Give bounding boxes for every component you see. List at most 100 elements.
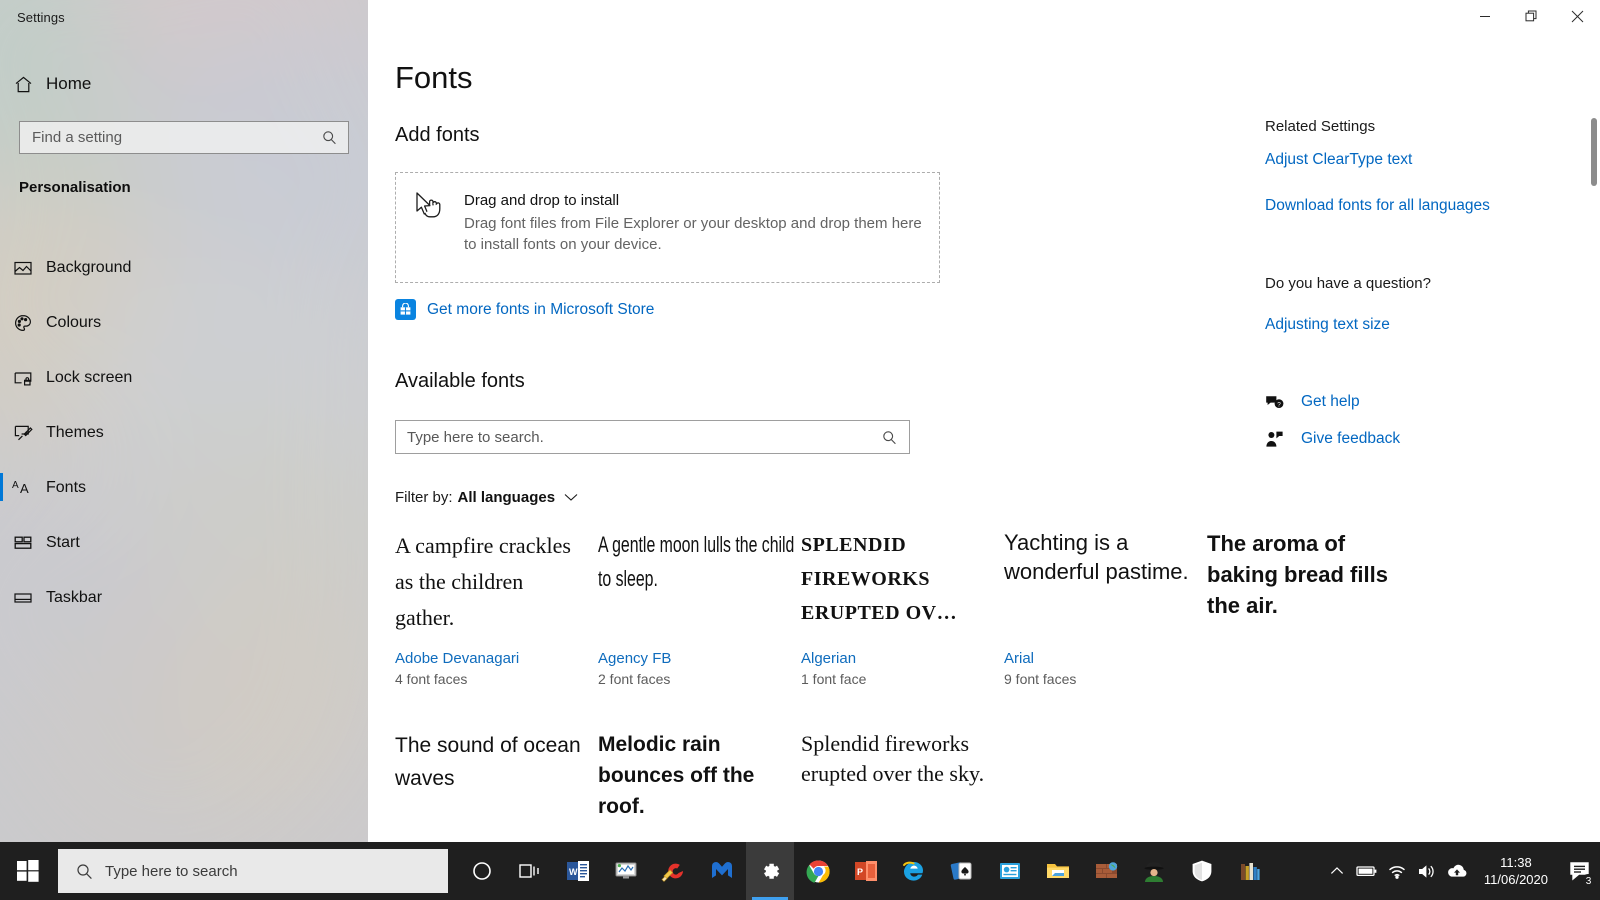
font-card[interactable]: SPLENDID FIREWORKS ERUPTED OV… Algerian … [801,528,1004,687]
file-explorer-icon[interactable] [1034,842,1082,900]
font-preview: Yachting is a wonderful pastime. [1004,530,1189,584]
restore-button[interactable] [1508,0,1554,32]
font-card[interactable]: Yachting is a wonderful pastime. Arial 9… [1004,528,1207,687]
related-settings-heading: Related Settings [1265,118,1376,135]
minecraft-icon[interactable] [1082,842,1130,900]
help-chat-icon: ? [1265,393,1301,411]
svg-text:A: A [12,480,19,491]
home-icon [0,74,46,95]
taskbar-search-box[interactable]: Type here to search [58,849,448,893]
sidebar-nav-list: Background Colours Lock screen Themes A … [0,240,368,625]
sidebar-item-lock-screen[interactable]: Lock screen [0,350,368,405]
font-face-count: 1 font face [801,671,867,687]
adjusting-text-size-link[interactable]: Adjusting text size [1265,316,1390,334]
get-help-row[interactable]: ? Get help [1265,393,1360,411]
sidebar-item-fonts[interactable]: A A Fonts [0,460,368,515]
brush-icon [0,423,46,443]
sidebar-group-title: Personalisation [19,179,131,196]
font-card[interactable]: The sound of ocean waves [395,729,598,841]
svg-text:A: A [20,481,29,496]
font-card[interactable]: A gentle moon lulls the child to sleep. … [598,528,801,687]
taskbar-clock[interactable]: 11:38 11/06/2020 [1472,854,1560,888]
font-card[interactable]: Splendid fireworks erupted over the sky. [801,729,1004,841]
give-feedback-label: Give feedback [1301,430,1401,447]
volume-icon[interactable] [1412,842,1442,900]
close-button[interactable] [1554,0,1600,32]
feedback-person-icon [1265,430,1301,448]
chevron-down-icon [564,493,578,502]
clock-date: 11/06/2020 [1483,872,1548,887]
font-face-count: 9 font faces [1004,671,1077,687]
taskbar-search-placeholder: Type here to search [105,862,238,880]
font-preview-wrap: A gentle moon lulls the child to sleep. [598,528,801,640]
font-preview: A campfire crackles as the children gath… [395,533,571,630]
sidebar-item-start[interactable]: Start [0,515,368,570]
powerpoint-icon[interactable]: P [842,842,890,900]
malwarebytes-icon[interactable] [698,842,746,900]
start-button[interactable] [0,842,56,900]
action-center-button[interactable]: 3 [1560,842,1600,900]
sidebar-item-taskbar[interactable]: Taskbar [0,570,368,625]
sidebar-item-colours[interactable]: Colours [0,295,368,350]
dropzone-subtitle: Drag font files from File Explorer or yo… [464,215,922,253]
font-name[interactable]: Algerian [801,650,1004,667]
filter-by-value: All languages [457,489,556,506]
ccleaner-icon[interactable] [650,842,698,900]
chrome-icon[interactable] [794,842,842,900]
question-heading: Do you have a question? [1265,275,1431,292]
font-card[interactable]: Melodic rain bounces off the roof. [598,729,801,841]
windows-defender-icon[interactable] [1178,842,1226,900]
onedrive-icon[interactable] [1442,842,1472,900]
give-feedback-row[interactable]: Give feedback [1265,430,1400,448]
navigation-sidebar: Settings Home Find a setting Personalisa… [0,0,368,842]
search-icon [882,430,909,445]
filter-by-label: Filter by: [395,489,453,506]
picture-icon [0,258,46,278]
search-icon [58,863,105,880]
books-library-icon[interactable] [1226,842,1274,900]
filter-by-dropdown[interactable]: Filter by: All languages [395,489,578,506]
font-card[interactable]: The aroma of baking bread fills the air. [1207,528,1410,687]
minimize-button[interactable] [1462,0,1508,32]
microsoft-store-icon [395,299,416,320]
find-a-setting-input[interactable]: Find a setting [19,121,349,154]
solitaire-icon[interactable] [938,842,986,900]
scrollbar-thumb[interactable] [1591,118,1597,186]
app-title: Settings [17,10,65,25]
font-search-placeholder: Type here to search. [407,428,544,446]
font-search-input[interactable]: Type here to search. [395,420,910,454]
font-preview: SPLENDID FIREWORKS ERUPTED OV… [801,534,958,624]
publisher-icon[interactable] [986,842,1034,900]
font-name[interactable]: Arial [1004,650,1207,667]
font-preview: The aroma of baking bread fills the air. [1207,531,1388,618]
battery-icon[interactable] [1352,842,1382,900]
font-name[interactable]: Adobe Devanagari [395,650,598,667]
get-more-fonts-link[interactable]: Get more fonts in Microsoft Store [395,299,654,320]
internet-explorer-icon[interactable] [890,842,938,900]
font-card[interactable]: A campfire crackles as the children gath… [395,528,598,687]
sidebar-item-background[interactable]: Background [0,240,368,295]
task-view-icon[interactable] [506,842,554,900]
available-fonts-heading: Available fonts [395,370,525,392]
adjust-cleartype-link[interactable]: Adjust ClearType text [1265,151,1412,169]
notification-badge: 3 [1581,874,1596,889]
font-name[interactable]: Agency FB [598,650,801,667]
taskbar-pinned-apps: W P [458,842,1274,900]
sidebar-item-themes[interactable]: Themes [0,405,368,460]
monitor-chart-icon[interactable] [602,842,650,900]
spy-agent-icon[interactable] [1130,842,1178,900]
wifi-icon[interactable] [1382,842,1412,900]
add-fonts-heading: Add fonts [395,124,480,146]
word-icon[interactable]: W [554,842,602,900]
font-dropzone[interactable]: Drag and drop to install Drag font files… [395,172,940,283]
cortana-icon[interactable] [458,842,506,900]
drag-cursor-icon [396,173,464,225]
page-title: Fonts [395,60,473,95]
show-hidden-icons-icon[interactable] [1322,842,1352,900]
settings-icon[interactable] [746,842,794,900]
svg-text:?: ? [1277,401,1281,408]
content-scrollbar[interactable] [1588,0,1600,842]
download-fonts-link[interactable]: Download fonts for all languages [1265,197,1490,215]
taskbar: Type here to search W P 11:38 11/06/2020… [0,842,1600,900]
sidebar-item-home[interactable]: Home [0,65,368,103]
